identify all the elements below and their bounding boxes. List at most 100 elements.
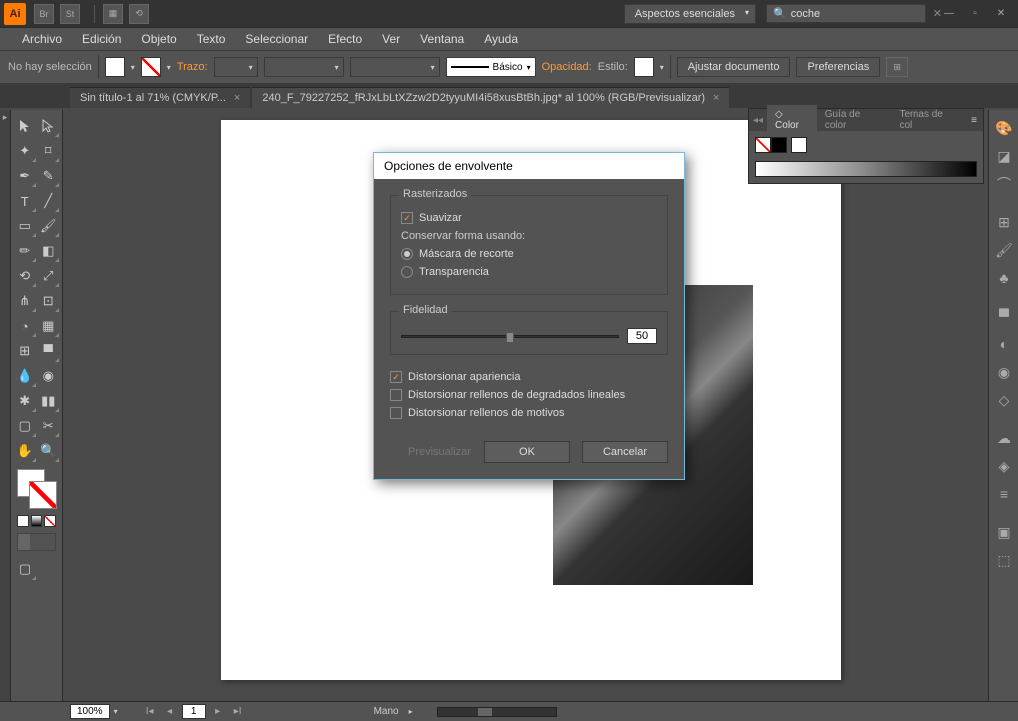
panel-gutter[interactable]: ▸ xyxy=(0,110,11,701)
close-tab-icon[interactable]: × xyxy=(234,92,240,104)
mesh-tool[interactable]: ⊞ xyxy=(13,339,37,363)
zoom-tool[interactable]: 🔍 xyxy=(37,439,61,463)
minimize-button[interactable]: — xyxy=(936,5,962,23)
fidelity-slider[interactable] xyxy=(401,335,619,338)
type-tool[interactable]: T xyxy=(13,189,37,213)
stock-button[interactable]: St xyxy=(60,4,80,24)
prev-artboard-button[interactable]: ◂ xyxy=(162,705,178,719)
menu-view[interactable]: Ver xyxy=(372,29,410,49)
none-mode-button[interactable] xyxy=(44,515,56,527)
transparency-radio[interactable] xyxy=(401,266,413,278)
ok-button[interactable]: OK xyxy=(484,441,570,463)
magic-wand-tool[interactable]: ✦ xyxy=(13,139,37,163)
menu-file[interactable]: Archivo xyxy=(12,29,72,49)
search-input[interactable] xyxy=(791,8,933,20)
next-artboard-button[interactable]: ▸ xyxy=(210,705,226,719)
document-setup-button[interactable]: Ajustar documento xyxy=(677,57,791,77)
menu-edit[interactable]: Edición xyxy=(72,29,131,49)
width-tool[interactable]: ⋔ xyxy=(13,289,37,313)
fidelity-value[interactable]: 50 xyxy=(627,328,657,344)
rotate-tool[interactable]: ⟲ xyxy=(13,264,37,288)
eyedropper-tool[interactable]: 💧 xyxy=(13,364,37,388)
color-mode-button[interactable] xyxy=(17,515,29,527)
rectangle-tool[interactable]: ▭ xyxy=(13,214,37,238)
stroke-panel-icon[interactable]: 🖌 xyxy=(989,236,1018,264)
close-button[interactable]: ✕ xyxy=(988,5,1014,23)
gpu-button[interactable]: ⟲ xyxy=(129,4,149,24)
maximize-button[interactable]: ▫ xyxy=(962,5,988,23)
menu-object[interactable]: Objeto xyxy=(131,29,186,49)
shape-builder-tool[interactable]: ◔ xyxy=(13,314,37,338)
search-box[interactable]: 🔍 ✕ xyxy=(766,4,926,23)
distort-pattern-checkbox[interactable] xyxy=(390,407,402,419)
curvature-tool[interactable]: ✎ xyxy=(37,164,61,188)
color-spectrum[interactable] xyxy=(755,161,977,177)
panel-collapse-icon[interactable]: ◂◂ xyxy=(749,115,767,126)
horizontal-scrollbar[interactable] xyxy=(437,707,557,717)
pencil-tool[interactable]: ✏ xyxy=(13,239,37,263)
stroke-swatch[interactable] xyxy=(141,57,161,77)
brush-definition-dropdown[interactable]: Básico▾ xyxy=(446,57,536,77)
menu-effect[interactable]: Efecto xyxy=(318,29,372,49)
free-transform-tool[interactable]: ⊡ xyxy=(37,289,61,313)
zoom-level[interactable]: 100% xyxy=(70,704,110,719)
stroke-swatch-large[interactable] xyxy=(29,481,57,509)
gradient-tool[interactable]: ▀ xyxy=(37,339,61,363)
artboard-number[interactable]: 1 xyxy=(182,704,206,719)
paintbrush-tool[interactable]: 🖌 xyxy=(37,214,61,238)
antialias-checkbox[interactable]: ✓ xyxy=(401,212,413,224)
screen-mode-button[interactable]: ▢ xyxy=(13,557,37,581)
clip-mask-radio[interactable] xyxy=(401,248,413,260)
first-artboard-button[interactable]: I◂ xyxy=(142,705,158,719)
arrange-docs-button[interactable]: ▦ xyxy=(103,4,123,24)
cc-libraries-icon[interactable]: ☁ xyxy=(989,424,1018,452)
brushes-panel-icon[interactable]: ⌒ xyxy=(989,170,1018,198)
draw-mode-buttons[interactable] xyxy=(13,533,60,551)
transparency-panel-icon[interactable]: ◐ xyxy=(989,330,1018,358)
workspace-switcher[interactable]: Aspectos esenciales xyxy=(624,4,756,24)
artboards-panel-icon[interactable]: ▣ xyxy=(989,518,1018,546)
cancel-button[interactable]: Cancelar xyxy=(582,441,668,463)
stroke-label[interactable]: Trazo: xyxy=(177,61,208,73)
close-tab-icon[interactable]: × xyxy=(713,92,719,104)
gradient-mode-button[interactable] xyxy=(31,515,43,527)
links-panel-icon[interactable]: ⬚ xyxy=(989,546,1018,574)
fill-swatch[interactable] xyxy=(105,57,125,77)
blend-tool[interactable]: ◉ xyxy=(37,364,61,388)
panel-menu-icon[interactable]: ≡ xyxy=(965,115,983,126)
color-panel-icon[interactable]: 🎨 xyxy=(989,114,1018,142)
transform-panel-button[interactable]: ⊞ xyxy=(886,57,908,77)
last-artboard-button[interactable]: ▸I xyxy=(230,705,246,719)
color-swatch[interactable] xyxy=(791,137,807,153)
symbols-panel-icon[interactable]: ⊞ xyxy=(989,208,1018,236)
color-themes-tab[interactable]: Temas de col xyxy=(891,105,965,135)
shapes-panel-icon[interactable]: ♣ xyxy=(989,264,1018,292)
swatches-panel-icon[interactable]: ◪ xyxy=(989,142,1018,170)
opacity-label[interactable]: Opacidad: xyxy=(542,61,592,73)
lasso-tool[interactable]: ⌑ xyxy=(37,139,61,163)
distort-appearance-checkbox[interactable]: ✓ xyxy=(390,371,402,383)
bridge-button[interactable]: Br xyxy=(34,4,54,24)
gradient-panel-icon[interactable]: ▀ xyxy=(989,302,1018,330)
stroke-proxy[interactable] xyxy=(771,137,787,153)
selection-tool[interactable] xyxy=(13,114,37,138)
graphic-style-swatch[interactable] xyxy=(634,57,654,77)
menu-window[interactable]: Ventana xyxy=(410,29,474,49)
layers-panel-icon[interactable]: ◈ xyxy=(989,452,1018,480)
asset-export-panel-icon[interactable]: ≡ xyxy=(989,480,1018,508)
scale-tool[interactable]: ⤢ xyxy=(37,264,61,288)
preferences-button[interactable]: Preferencias xyxy=(796,57,880,77)
slider-thumb[interactable] xyxy=(506,332,514,343)
perspective-grid-tool[interactable]: ▦ xyxy=(37,314,61,338)
graph-tool[interactable]: ▮▮ xyxy=(37,389,61,413)
distort-linear-checkbox[interactable] xyxy=(390,389,402,401)
document-tab[interactable]: Sin título-1 al 71% (CMYK/P... × xyxy=(70,87,250,108)
appearance-panel-icon[interactable]: ◉ xyxy=(989,358,1018,386)
graphic-styles-panel-icon[interactable]: ◇ xyxy=(989,386,1018,414)
symbol-sprayer-tool[interactable]: ✱ xyxy=(13,389,37,413)
direct-selection-tool[interactable] xyxy=(37,114,61,138)
eraser-tool[interactable]: ◧ xyxy=(37,239,61,263)
pen-tool[interactable]: ✒ xyxy=(13,164,37,188)
line-tool[interactable]: ╱ xyxy=(37,189,61,213)
document-tab[interactable]: 240_F_79227252_fRJxLbLtXZzw2D2tyyuMI4i58… xyxy=(252,87,729,108)
